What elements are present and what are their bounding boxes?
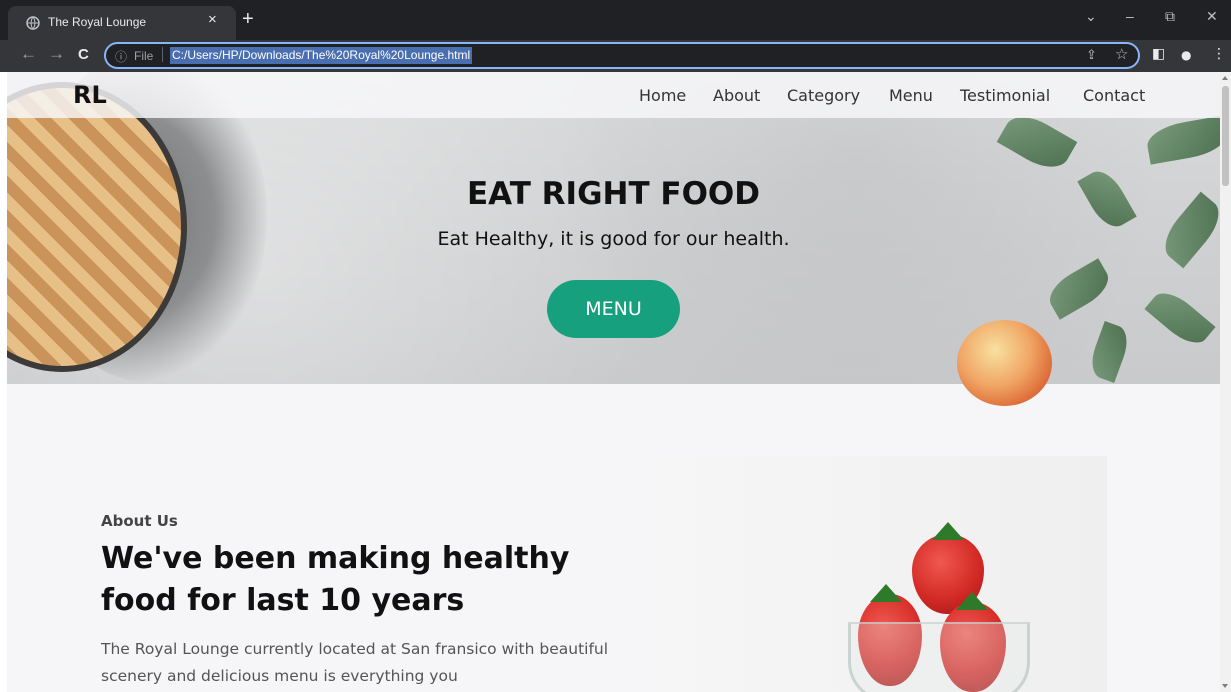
about-text: The Royal Lounge currently located at Sa… [101, 640, 609, 685]
new-tab-button[interactable]: + [242, 8, 254, 31]
hero-section: EAT RIGHT FOOD Eat Healthy, it is good f… [7, 72, 1220, 406]
scroll-down-icon[interactable] [1222, 684, 1228, 688]
about-strawberry-image [660, 456, 1107, 692]
tab-title: The Royal Lounge [48, 15, 147, 29]
hero-menu-button[interactable]: MENU [547, 280, 680, 338]
reload-icon[interactable]: C [78, 46, 89, 63]
file-scheme-label: File [134, 49, 154, 63]
hero-apple-image [957, 320, 1052, 406]
tab-search-icon[interactable]: ⌄ [1085, 8, 1097, 25]
nav-link-category[interactable]: Category [787, 86, 860, 105]
info-icon[interactable]: ⓘ [115, 48, 127, 65]
side-panel-icon[interactable]: ◧ [1152, 46, 1165, 62]
leaf-decoration [1042, 258, 1116, 320]
site-logo[interactable]: RL [73, 81, 107, 109]
nav-link-about[interactable]: About [713, 86, 760, 105]
url-text[interactable]: C:/Users/HP/Downloads/The%20Royal%20Loun… [170, 47, 473, 64]
strawberry-leaf-decoration [870, 584, 902, 602]
strawberry-leaf-decoration [932, 522, 964, 540]
leaf-decoration [1144, 284, 1216, 352]
browser-tab-bar: The Royal Lounge × + ⌄ – ⧉ ✕ [0, 0, 1231, 40]
profile-icon[interactable]: ● [1181, 48, 1191, 62]
browser-menu-icon[interactable]: ⋮ [1212, 46, 1226, 62]
nav-link-contact[interactable]: Contact [1083, 86, 1145, 105]
close-window-icon[interactable]: ✕ [1206, 8, 1218, 25]
scroll-up-icon[interactable] [1222, 76, 1228, 80]
tab-close-icon[interactable]: × [208, 11, 217, 28]
restore-icon[interactable]: ⧉ [1165, 8, 1175, 25]
leaf-decoration [1144, 115, 1220, 165]
page-viewport: EAT RIGHT FOOD Eat Healthy, it is good f… [7, 72, 1220, 692]
address-bar[interactable]: ⓘ File C:/Users/HP/Downloads/The%20Royal… [104, 42, 1140, 69]
address-separator [162, 47, 163, 62]
browser-toolbar: ← → C ⓘ File C:/Users/HP/Downloads/The%2… [0, 40, 1231, 72]
page-scrollbar[interactable] [1220, 72, 1231, 692]
glass-bowl-decoration [848, 622, 1030, 692]
site-navbar: RL Home About Category Menu Testimonial … [7, 72, 1220, 118]
bookmark-star-icon[interactable]: ☆ [1115, 45, 1128, 63]
strawberry-leaf-decoration [956, 592, 988, 610]
globe-icon [26, 16, 40, 30]
hero-subtitle: Eat Healthy, it is good for our health. [437, 228, 790, 250]
nav-link-home[interactable]: Home [639, 86, 686, 105]
share-icon[interactable]: ⇪ [1086, 47, 1097, 63]
about-heading: We've been making healthy food for last … [101, 541, 570, 618]
minimize-icon[interactable]: – [1126, 8, 1134, 24]
forward-icon[interactable]: → [48, 44, 65, 64]
back-icon[interactable]: ← [20, 44, 37, 64]
browser-tab[interactable]: The Royal Lounge × [8, 6, 236, 40]
about-label: About Us [101, 512, 178, 530]
hero-title: EAT RIGHT FOOD [466, 176, 761, 212]
leaf-decoration [1085, 321, 1134, 383]
nav-link-menu[interactable]: Menu [889, 86, 933, 105]
scrollbar-thumb[interactable] [1222, 86, 1229, 186]
nav-link-testimonial[interactable]: Testimonial [960, 86, 1050, 105]
